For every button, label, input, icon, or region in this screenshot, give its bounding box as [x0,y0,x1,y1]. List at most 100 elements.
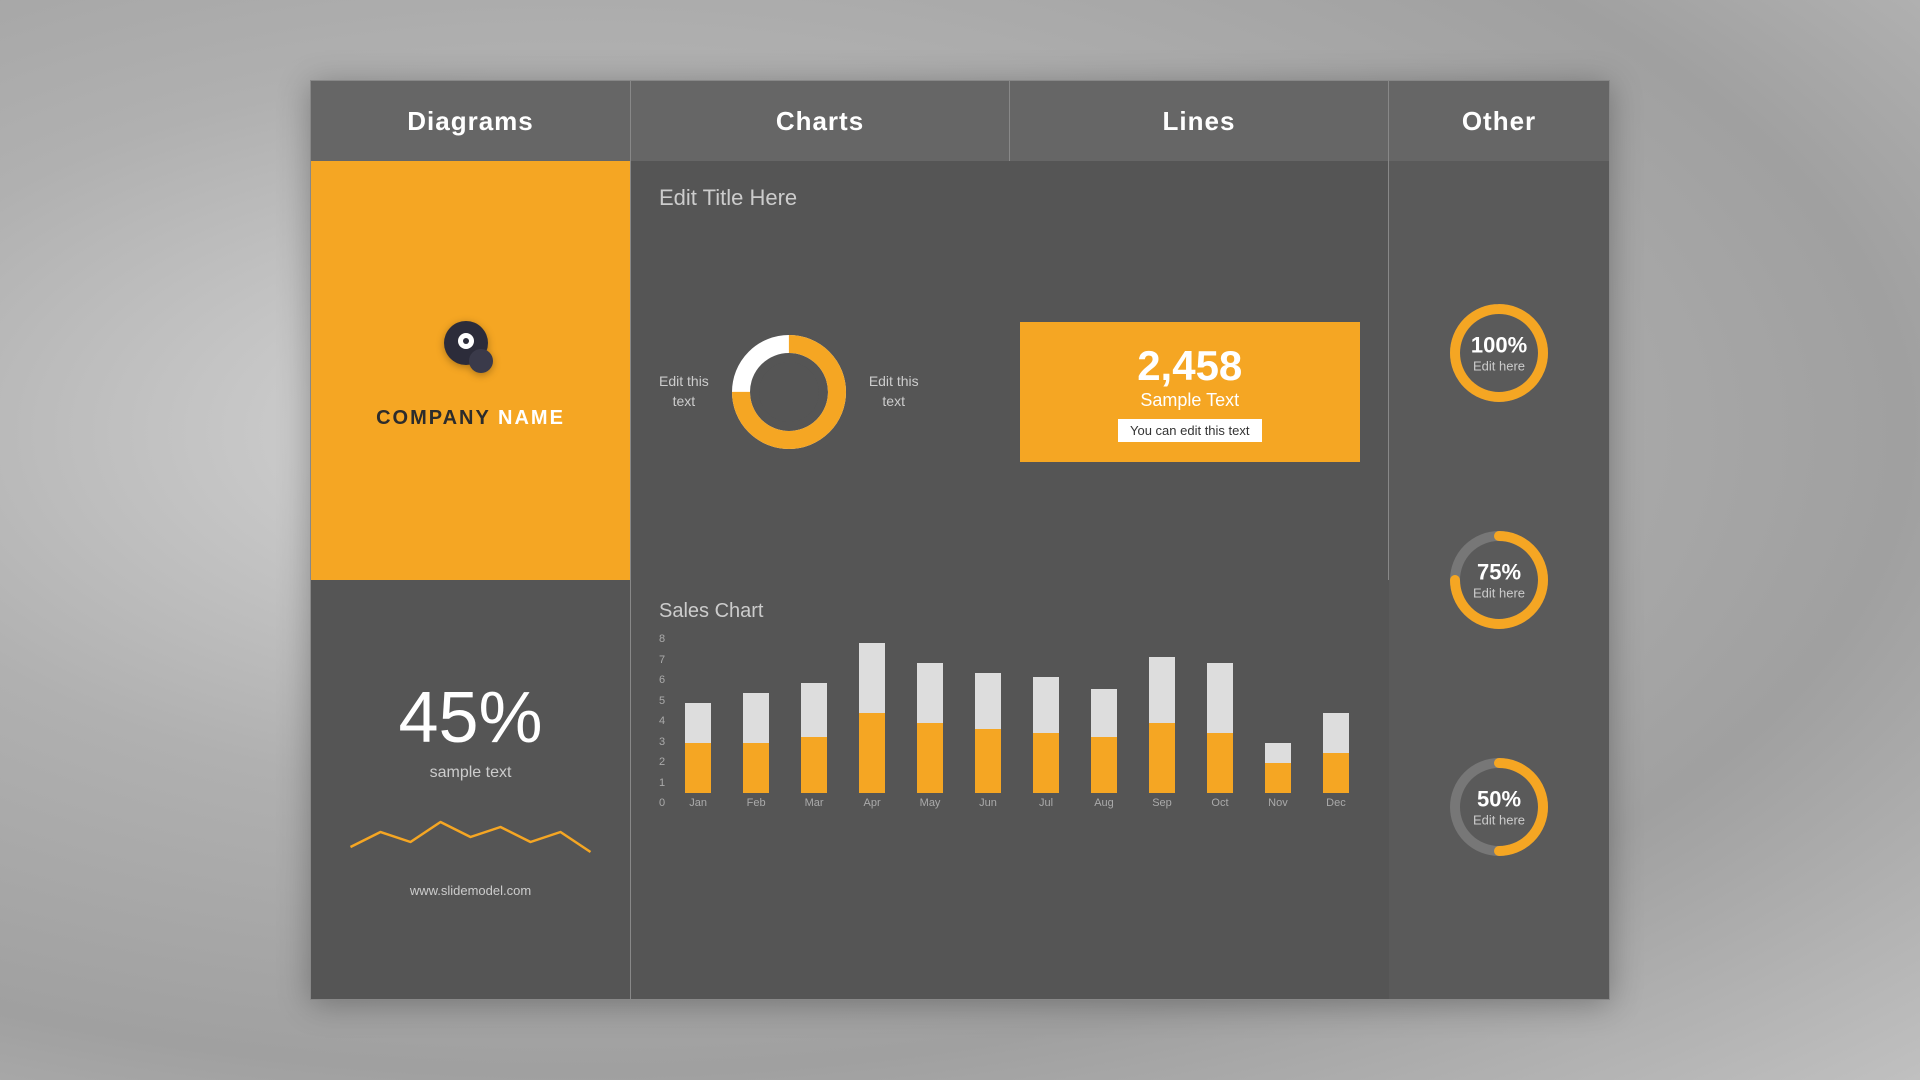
dashboard: Diagrams Charts Lines Other COMPANY NAME… [310,80,1610,1000]
bar-group: May [905,633,955,809]
sparkline-container [331,802,610,867]
company-name: COMPANY NAME [376,407,565,430]
circle-inner-75: 75% Edit here [1473,560,1525,601]
bar-white [1323,713,1349,753]
stat-text: Sample Text [1140,390,1239,411]
website-text: www.slidemodel.com [410,883,531,898]
stat-box-wrapper: 2,458 Sample Text You can edit this text [1020,322,1361,462]
bar-orange [1033,733,1059,793]
company-logo [431,311,511,391]
bar-wrapper [1207,633,1233,793]
bar-group: Mar [789,633,839,809]
bar-wrapper [1091,633,1117,793]
bar-orange [975,729,1001,793]
bar-chart-cell: Sales Chart 012345678 Jan Feb Mar Apr [631,580,1389,999]
bar-white [975,673,1001,729]
circle-stat-100: 100% Edit here [1444,298,1554,408]
circle-svg-50: 50% Edit here [1444,752,1554,862]
circle-stat-75: 75% Edit here [1444,525,1554,635]
bar-white [1033,677,1059,733]
circle-sub-100: Edit here [1471,359,1527,374]
circle-stat-50: 50% Edit here [1444,752,1554,862]
circle-label-100: 100% [1471,333,1527,359]
company-name-highlight: COMPANY [376,407,490,429]
donut-right-label[interactable]: Edit thistext [869,372,919,411]
bar-chart-y-axis: 012345678 [659,633,673,833]
bar-wrapper [743,633,769,793]
bar-wrapper [859,633,885,793]
circle-sub-50: Edit here [1473,813,1525,828]
bar-chart-title: Sales Chart [659,600,1361,623]
bar-month-label: Jul [1039,797,1053,809]
bar-chart-area: 012345678 Jan Feb Mar Apr May [659,633,1361,833]
bar-wrapper [1033,633,1059,793]
circle-inner-100: 100% Edit here [1471,333,1527,374]
bar-orange [685,743,711,793]
bar-wrapper [1149,633,1175,793]
header-charts-label: Charts [776,106,864,137]
header-lines: Lines [1010,81,1389,161]
bar-white [1265,743,1291,763]
donut-left-label[interactable]: Edit thistext [659,372,709,411]
bar-orange [1265,763,1291,793]
stat-box: 2,458 Sample Text You can edit this text [1020,322,1361,462]
bar-group: Oct [1195,633,1245,809]
big-percent: 45% [398,682,542,754]
stat-sub[interactable]: You can edit this text [1118,419,1262,442]
bar-wrapper [1265,633,1291,793]
bar-group: Jul [1021,633,1071,809]
bar-wrapper [917,633,943,793]
charts-top-content: Edit thistext Edit thistext 2,4 [659,231,1360,552]
bar-month-label: Mar [805,797,824,809]
header-diagrams: Diagrams [311,81,631,161]
circle-svg-75: 75% Edit here [1444,525,1554,635]
bar-group: Aug [1079,633,1129,809]
bar-orange [1091,737,1117,793]
circle-label-50: 50% [1473,787,1525,813]
bar-white [1149,657,1175,723]
bar-orange [1323,753,1349,793]
header-other-label: Other [1462,106,1536,137]
circle-inner-50: 50% Edit here [1473,787,1525,828]
header-other: Other [1389,81,1609,161]
bar-month-label: Nov [1268,797,1288,809]
bar-group: Feb [731,633,781,809]
circle-sub-75: Edit here [1473,586,1525,601]
bar-wrapper [685,633,711,793]
bar-orange [743,743,769,793]
header-lines-label: Lines [1163,106,1236,137]
bar-group: Apr [847,633,897,809]
bar-white [917,663,943,723]
bar-month-label: Sep [1152,797,1172,809]
bar-orange [1207,733,1233,793]
circle-label-75: 75% [1473,560,1525,586]
charts-top-cell: Edit Title Here Edit thistext Edit thist… [631,161,1389,580]
bar-group: Jan [673,633,723,809]
bar-group: Dec [1311,633,1361,809]
circle-svg-100: 100% Edit here [1444,298,1554,408]
bar-orange [801,737,827,793]
stats-cell: 45% sample text www.slidemodel.com [311,580,631,999]
bar-chart-bars: Jan Feb Mar Apr May Jun [673,633,1361,833]
bar-white [685,703,711,743]
sparkline-svg [341,802,600,862]
bar-orange [1149,723,1175,793]
charts-top-title[interactable]: Edit Title Here [659,185,1360,211]
bar-month-label: Aug [1094,797,1114,809]
header-diagrams-label: Diagrams [407,106,534,137]
company-name-rest: NAME [490,407,564,429]
bar-month-label: Oct [1211,797,1228,809]
bar-wrapper [975,633,1001,793]
bar-orange [917,723,943,793]
bar-group: Sep [1137,633,1187,809]
bar-month-label: May [920,797,941,809]
bar-white [1091,689,1117,737]
bar-wrapper [1323,633,1349,793]
company-cell: COMPANY NAME [311,161,631,580]
bar-white [743,693,769,743]
bar-month-label: Feb [747,797,766,809]
sample-text: sample text [430,764,512,782]
bar-white [859,643,885,713]
bar-white [801,683,827,737]
other-cell: 100% Edit here 75% Edit here [1389,161,1609,999]
